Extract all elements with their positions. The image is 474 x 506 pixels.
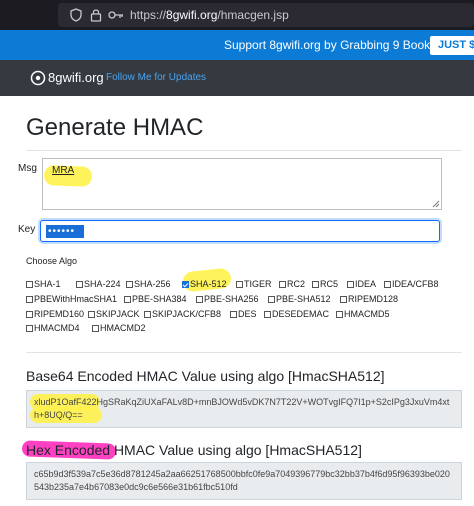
checkbox[interactable] — [279, 280, 286, 288]
algo-option-pbe-sha384[interactable]: PBE-SHA384 — [124, 294, 187, 304]
choose-algo-label: Choose Algo — [26, 256, 78, 266]
algo-label: SKIPJACK — [96, 309, 140, 319]
algo-option-ripemd160[interactable]: RIPEMD160 — [26, 309, 84, 319]
algo-label: SHA-256 — [134, 279, 171, 289]
algo-label: RC5 — [320, 279, 339, 289]
algo-option-sha1[interactable]: SHA-1 — [26, 279, 61, 289]
checkbox[interactable] — [264, 310, 271, 318]
checkbox[interactable] — [196, 295, 203, 303]
checkbox[interactable] — [336, 310, 343, 318]
algo-option-hmacmd5[interactable]: HMACMD5 — [336, 309, 390, 319]
algo-option-rc5[interactable]: RC5 — [312, 279, 338, 289]
url-prefix: https:// — [130, 8, 167, 22]
msg-resize-handle-icon[interactable] — [432, 200, 440, 208]
lock-icon[interactable] — [90, 8, 102, 22]
checkbox[interactable] — [340, 295, 347, 303]
algo-label: PBEWithHmacSHA1 — [34, 294, 118, 304]
algo-label: DESEDEMAC — [272, 309, 330, 319]
hex-heading: Hex Encoded HMAC Value using algo [HmacS… — [26, 442, 362, 458]
brand-link[interactable]: 8gwifi.org — [48, 70, 104, 85]
algo-label: HMACMD2 — [100, 323, 146, 333]
promo-banner: Support 8gwifi.org by Grabbing 9 Book fo… — [0, 30, 474, 60]
checkbox[interactable] — [88, 310, 95, 318]
checkbox[interactable] — [26, 295, 33, 303]
checkbox-checked[interactable] — [182, 280, 189, 288]
url-path: /hmacgen.jsp — [217, 8, 289, 22]
key-icon[interactable] — [108, 9, 124, 21]
algo-label: HMACMD5 — [344, 309, 390, 319]
algo-label: RIPEMD160 — [34, 309, 85, 319]
algo-option-rc2[interactable]: RC2 — [279, 279, 305, 289]
checkbox[interactable] — [124, 295, 131, 303]
algo-option-skipjack[interactable]: SKIPJACK — [88, 309, 140, 319]
msg-value: MRA — [52, 165, 75, 176]
algo-option-pbe-sha512[interactable]: PBE-SHA512 — [268, 294, 331, 304]
algo-option-hmacmd4[interactable]: HMACMD4 — [26, 323, 80, 333]
checkbox[interactable] — [92, 324, 99, 332]
algo-option-hmacmd2[interactable]: HMACMD2 — [92, 323, 146, 333]
algo-label: IDEA/CFB8 — [392, 279, 439, 289]
follow-link[interactable]: Follow Me for Updates — [106, 72, 206, 83]
algo-label: RIPEMD128 — [348, 294, 399, 304]
checkbox[interactable] — [347, 280, 354, 288]
checkbox[interactable] — [126, 280, 133, 288]
algo-option-skipjack-cfb8[interactable]: SKIPJACK/CFB8 — [144, 309, 221, 319]
algo-option-sha256[interactable]: SHA-256 — [126, 279, 171, 289]
algo-label: DES — [238, 309, 257, 319]
page-title: Generate HMAC — [26, 114, 204, 141]
site-navbar: 8gwifi.org Follow Me for Updates — [0, 60, 474, 96]
key-value: •••••• — [46, 225, 84, 238]
checkbox[interactable] — [236, 280, 243, 288]
algo-option-ripemd128[interactable]: RIPEMD128 — [340, 294, 398, 304]
checkbox[interactable] — [26, 310, 33, 318]
algo-label: SHA-512 — [190, 279, 227, 289]
browser-address-bar: https://8gwifi.org/hmacgen.jsp — [0, 0, 474, 30]
url-text[interactable]: https://8gwifi.org/hmacgen.jsp — [130, 8, 289, 22]
shield-icon[interactable] — [70, 8, 82, 22]
checkbox[interactable] — [76, 280, 83, 288]
hex-value: c65b9d3f539a7c5e36d8781245a2aa6625176850… — [34, 469, 450, 492]
base64-value: xludP1OafF422HgSRaKqZiUXaFALv8D+mnBJOWd5… — [34, 397, 450, 420]
checkbox[interactable] — [230, 310, 237, 318]
url-domain: 8gwifi.org — [166, 8, 218, 22]
algo-option-idea-cfb8[interactable]: IDEA/CFB8 — [384, 279, 439, 289]
algo-label: HMACMD4 — [34, 323, 80, 333]
algo-divider — [26, 352, 462, 353]
key-input[interactable] — [40, 220, 440, 242]
key-label: Key — [18, 224, 36, 235]
msg-textarea[interactable] — [42, 158, 442, 210]
checkbox[interactable] — [268, 295, 275, 303]
promo-text: Support 8gwifi.org by Grabbing 9 Book fo… — [224, 38, 448, 52]
algo-option-tiger[interactable]: TIGER — [236, 279, 272, 289]
algo-label: SHA-224 — [84, 279, 121, 289]
base64-heading: Base64 Encoded HMAC Value using algo [Hm… — [26, 368, 385, 384]
algo-option-desedemac[interactable]: DESEDEMAC — [264, 309, 329, 319]
algo-label: IDEA — [355, 279, 377, 289]
algo-option-pbe-sha256[interactable]: PBE-SHA256 — [196, 294, 259, 304]
algo-option-sha224[interactable]: SHA-224 — [76, 279, 121, 289]
checkbox[interactable] — [384, 280, 391, 288]
title-divider — [26, 150, 462, 151]
algo-option-idea[interactable]: IDEA — [347, 279, 376, 289]
algo-label: PBE-SHA384 — [132, 294, 187, 304]
algo-label: SKIPJACK/CFB8 — [152, 309, 222, 319]
checkbox[interactable] — [312, 280, 319, 288]
algo-option-des[interactable]: DES — [230, 309, 257, 319]
checkbox[interactable] — [144, 310, 151, 318]
checkbox[interactable] — [26, 280, 33, 288]
checkbox[interactable] — [26, 324, 33, 332]
logo-icon[interactable] — [30, 70, 46, 86]
msg-label: Msg — [18, 163, 37, 174]
algo-label: PBE-SHA512 — [276, 294, 331, 304]
algo-label: PBE-SHA256 — [204, 294, 259, 304]
algo-option-pbewithhmacsha1[interactable]: PBEWithHmacSHA1 — [26, 294, 117, 304]
promo-button[interactable]: JUST $9 — [430, 36, 474, 55]
algo-option-sha512[interactable]: SHA-512 — [182, 279, 227, 289]
algo-label: RC2 — [287, 279, 306, 289]
algo-label: SHA-1 — [34, 279, 61, 289]
algo-label: TIGER — [244, 279, 272, 289]
